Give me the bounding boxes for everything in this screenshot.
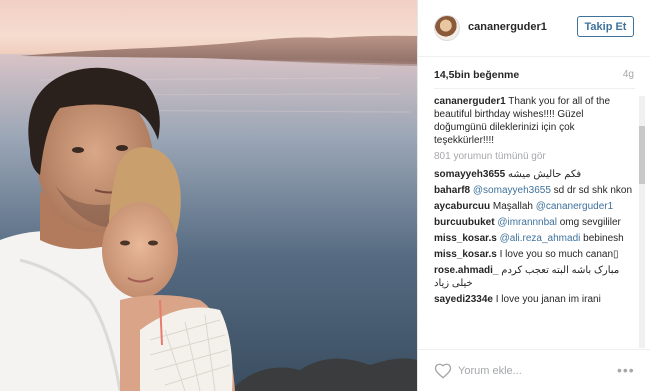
more-options-icon[interactable]: ••• [617,362,635,378]
comment-item: miss_kosar.s @ali.reza_ahmadi bebinesh [434,232,634,245]
comment-item: somayyeh3655 فکم حالیش میشه [434,168,634,181]
caption: cananerguder1 Thank you for all of the b… [434,95,634,147]
comment-text: I love you so much canan▯ [496,249,619,260]
post-photo[interactable] [0,0,417,391]
follow-button[interactable]: Takip Et [577,16,634,37]
comment-username[interactable]: miss_kosar.s [434,249,497,260]
comment-username[interactable]: baharf8 [434,185,470,196]
comment-item: rose.ahmadi_ مبارک باشه البته تعجب کردم … [434,264,634,290]
comment-text: bebinesh [580,233,624,244]
comment-mention[interactable]: @ali.reza_ahmadi [500,233,581,244]
comment-username[interactable]: rose.ahmadi_ [434,265,498,276]
post-side-panel: cananerguder1 Takip Et 14,5bin beğenme 4… [417,0,650,391]
comment-username[interactable]: miss_kosar.s [434,233,497,244]
comment-username[interactable]: sayedi2334e [434,294,493,305]
comment-text: فکم حالیش میشه [505,169,582,180]
comment-item: sayedi2334e I love you janan im irani [434,293,634,306]
comment-item: burcuubuket @imrannnbal omg sevgililer [434,216,634,229]
comment-text: sd dr sd shk nkon [550,185,633,196]
post-age: 4g [622,69,634,80]
selfie-couple-sea-image [0,0,417,391]
post-username[interactable]: cananerguder1 [468,21,547,33]
scrollbar-thumb[interactable] [639,126,645,184]
caption-username[interactable]: cananerguder1 [434,96,506,107]
comment-item: miss_kosar.s I love you so much canan▯ [434,248,634,261]
comment-username[interactable]: burcuubuket [434,217,495,228]
view-all-comments-link[interactable]: 801 yorumun tümünü gör [434,150,634,163]
comment-username[interactable]: somayyeh3655 [434,169,505,180]
comment-input[interactable] [458,362,608,380]
comment-text: I love you janan im irani [492,294,601,305]
comment-item: baharf8 @somayyeh3655 sd dr sd shk nkon [434,184,634,197]
comment-item: aycaburcuu Maşallah @cananerguder1 [434,200,634,213]
comments-list[interactable]: cananerguder1 Thank you for all of the b… [434,95,634,347]
comment-mention[interactable]: @imrannnbal [497,217,557,228]
likes-count[interactable]: 14,5bin beğenme [434,69,634,81]
avatar[interactable] [434,15,460,41]
comment-mention[interactable]: @somayyeh3655 [473,185,551,196]
post-header: cananerguder1 Takip Et [418,0,650,57]
comment-text: Maşallah [490,201,536,212]
comment-bar: ••• [418,349,650,392]
comment-text: omg sevgililer [556,217,621,228]
comments-scrollbar[interactable] [639,96,645,348]
heart-icon[interactable] [434,362,452,380]
comment-mention[interactable]: @cananerguder1 [536,201,613,212]
comment-username[interactable]: aycaburcuu [434,201,490,212]
divider [434,88,635,89]
